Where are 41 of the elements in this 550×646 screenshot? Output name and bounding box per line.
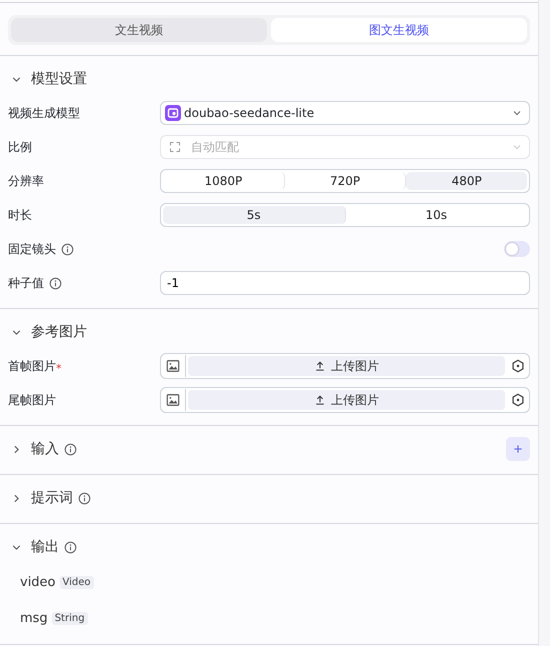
- segment-option[interactable]: 5s: [163, 206, 346, 224]
- field-label: 视频生成模型: [8, 104, 80, 122]
- required-mark: *: [56, 362, 62, 374]
- field-label: 首帧图片: [8, 358, 56, 374]
- segment-option[interactable]: 480P: [406, 172, 528, 190]
- image-icon: [166, 359, 180, 373]
- select-value: 自动匹配: [191, 138, 239, 156]
- model-app-icon: [165, 105, 181, 121]
- select-field[interactable]: doubao-seedance-lite: [160, 101, 530, 125]
- output-name: video: [20, 574, 56, 590]
- type-tag: Video: [60, 576, 94, 588]
- toggle-switch[interactable]: [504, 241, 530, 257]
- add-button[interactable]: +: [506, 437, 530, 461]
- section-title: 输入: [31, 440, 59, 458]
- field-label: 种子值: [8, 274, 44, 292]
- upload-button[interactable]: 上传图片: [188, 390, 505, 410]
- section-title: 模型设置: [31, 70, 87, 88]
- section-title: 输出: [31, 538, 59, 556]
- mode-tab[interactable]: 文生视频: [11, 18, 267, 42]
- segment-option[interactable]: 1080P: [163, 172, 285, 190]
- field-label: 比例: [8, 138, 32, 156]
- scrollbar[interactable]: [538, 0, 550, 646]
- upload-icon: [314, 394, 326, 406]
- upload-button[interactable]: 上传图片: [188, 356, 505, 376]
- section-title: 提示词: [31, 489, 73, 507]
- output-name: msg: [20, 610, 48, 626]
- upload-icon: [314, 360, 326, 372]
- image-icon: [166, 393, 180, 407]
- select-value: doubao-seedance-lite: [184, 106, 314, 120]
- field-label: 时长: [8, 206, 32, 224]
- hexagon-target-icon[interactable]: [511, 359, 525, 373]
- expand-icon: [169, 141, 181, 153]
- section-title: 参考图片: [31, 323, 87, 341]
- mode-tab[interactable]: 图文生视频: [271, 18, 527, 42]
- field-label: 尾帧图片: [8, 392, 56, 408]
- input-field[interactable]: -1: [160, 271, 530, 295]
- hexagon-target-icon[interactable]: [511, 393, 525, 407]
- segment-option[interactable]: 10s: [346, 206, 527, 224]
- field-label: 固定镜头: [8, 240, 56, 258]
- type-tag: String: [52, 612, 88, 624]
- field-label: 分辨率: [8, 172, 44, 190]
